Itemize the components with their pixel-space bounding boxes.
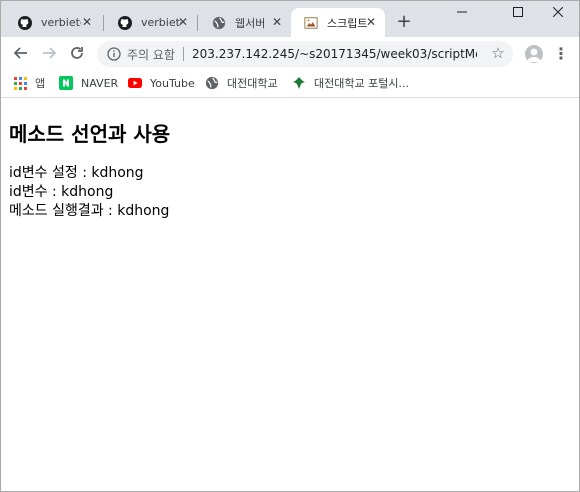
reload-button[interactable] [65,41,89,65]
output-line: id변수 : kdhong [9,184,114,200]
bookmark-label: 앱 [35,77,46,90]
globe-icon [211,15,227,31]
minimize-button[interactable] [439,1,485,29]
bookmark-naver[interactable]: NAVER [59,74,118,92]
bookmark-label: NAVER [81,76,119,90]
bookmark-daejeon-univ[interactable]: 대전대학교 [205,74,278,92]
tab-script-active[interactable]: 스크립트 ✕ [291,8,385,37]
bookmark-label: 대전대학교 [227,77,278,90]
tab-strip: verbiete ✕ verbiete ✕ 웹서버 ✕ 스크립트 ✕ + [1,1,579,37]
apps-icon [13,76,27,90]
bookmark-star-icon[interactable]: ☆ [490,45,506,61]
info-icon[interactable] [107,47,121,61]
tab-webserver[interactable]: 웹서버 ✕ [199,8,291,37]
page-content: 메소드 선언과 사용 id변수 설정 : kdhong id변수 : kdhon… [1,98,579,491]
url-text[interactable]: 203.237.142.245/~s20171345/week03/script… [192,47,477,61]
address-bar[interactable]: 주의 요함 203.237.142.245/~s20171345/week03/… [97,41,513,67]
youtube-icon [128,76,142,90]
browser-window: verbiete ✕ verbiete ✕ 웹서버 ✕ 스크립트 ✕ + [0,0,580,492]
arrow-left-icon [13,47,27,59]
bookmark-youtube[interactable]: YouTube [128,74,195,92]
window-close-button[interactable] [535,1,580,29]
bookmark-label: 대전대학교 포털시... [314,77,409,90]
tab-title: verbiete [41,16,81,29]
output-line: 메소드 실행결과 : kdhong [9,203,170,219]
bookmark-daejeon-portal[interactable]: 대전대학교 포털시... [292,74,409,92]
github-icon [117,15,133,31]
omnibox-divider [182,47,184,61]
leaf-icon [292,76,306,90]
reload-icon [71,47,83,59]
close-icon[interactable]: ✕ [175,14,191,30]
bookmark-label: YouTube [150,76,195,90]
naver-icon [59,76,73,90]
close-icon[interactable]: ✕ [269,14,285,30]
new-tab-button[interactable]: + [393,12,415,34]
close-icon[interactable]: ✕ [79,14,95,30]
forward-button[interactable] [37,41,61,65]
back-button[interactable] [9,41,33,65]
profile-avatar[interactable] [525,45,543,63]
arrow-right-icon [43,47,57,59]
security-label: 주의 요함 [127,47,175,62]
tab-separator [103,15,104,31]
tab-separator [197,15,198,31]
page-heading: 메소드 선언과 사용 [9,122,171,146]
bookmark-apps[interactable]: 앱 [13,74,45,92]
output-line: id변수 설정 : kdhong [9,165,144,181]
close-icon[interactable]: ✕ [363,14,379,30]
tab-title: 스크립트 [327,16,367,30]
globe-icon [205,76,219,90]
github-icon [17,15,33,31]
page-icon [303,15,319,31]
tab-github-2[interactable]: verbiete ✕ [105,8,197,37]
toolbar: 주의 요함 203.237.142.245/~s20171345/week03/… [1,37,579,69]
tab-github-1[interactable]: verbiete ✕ [5,8,101,37]
bookmarks-bar: 앱 NAVER YouTube 대전대학교 대전대학교 포털시... [1,69,579,98]
kebab-menu-icon[interactable]: ⋮ [553,44,569,64]
